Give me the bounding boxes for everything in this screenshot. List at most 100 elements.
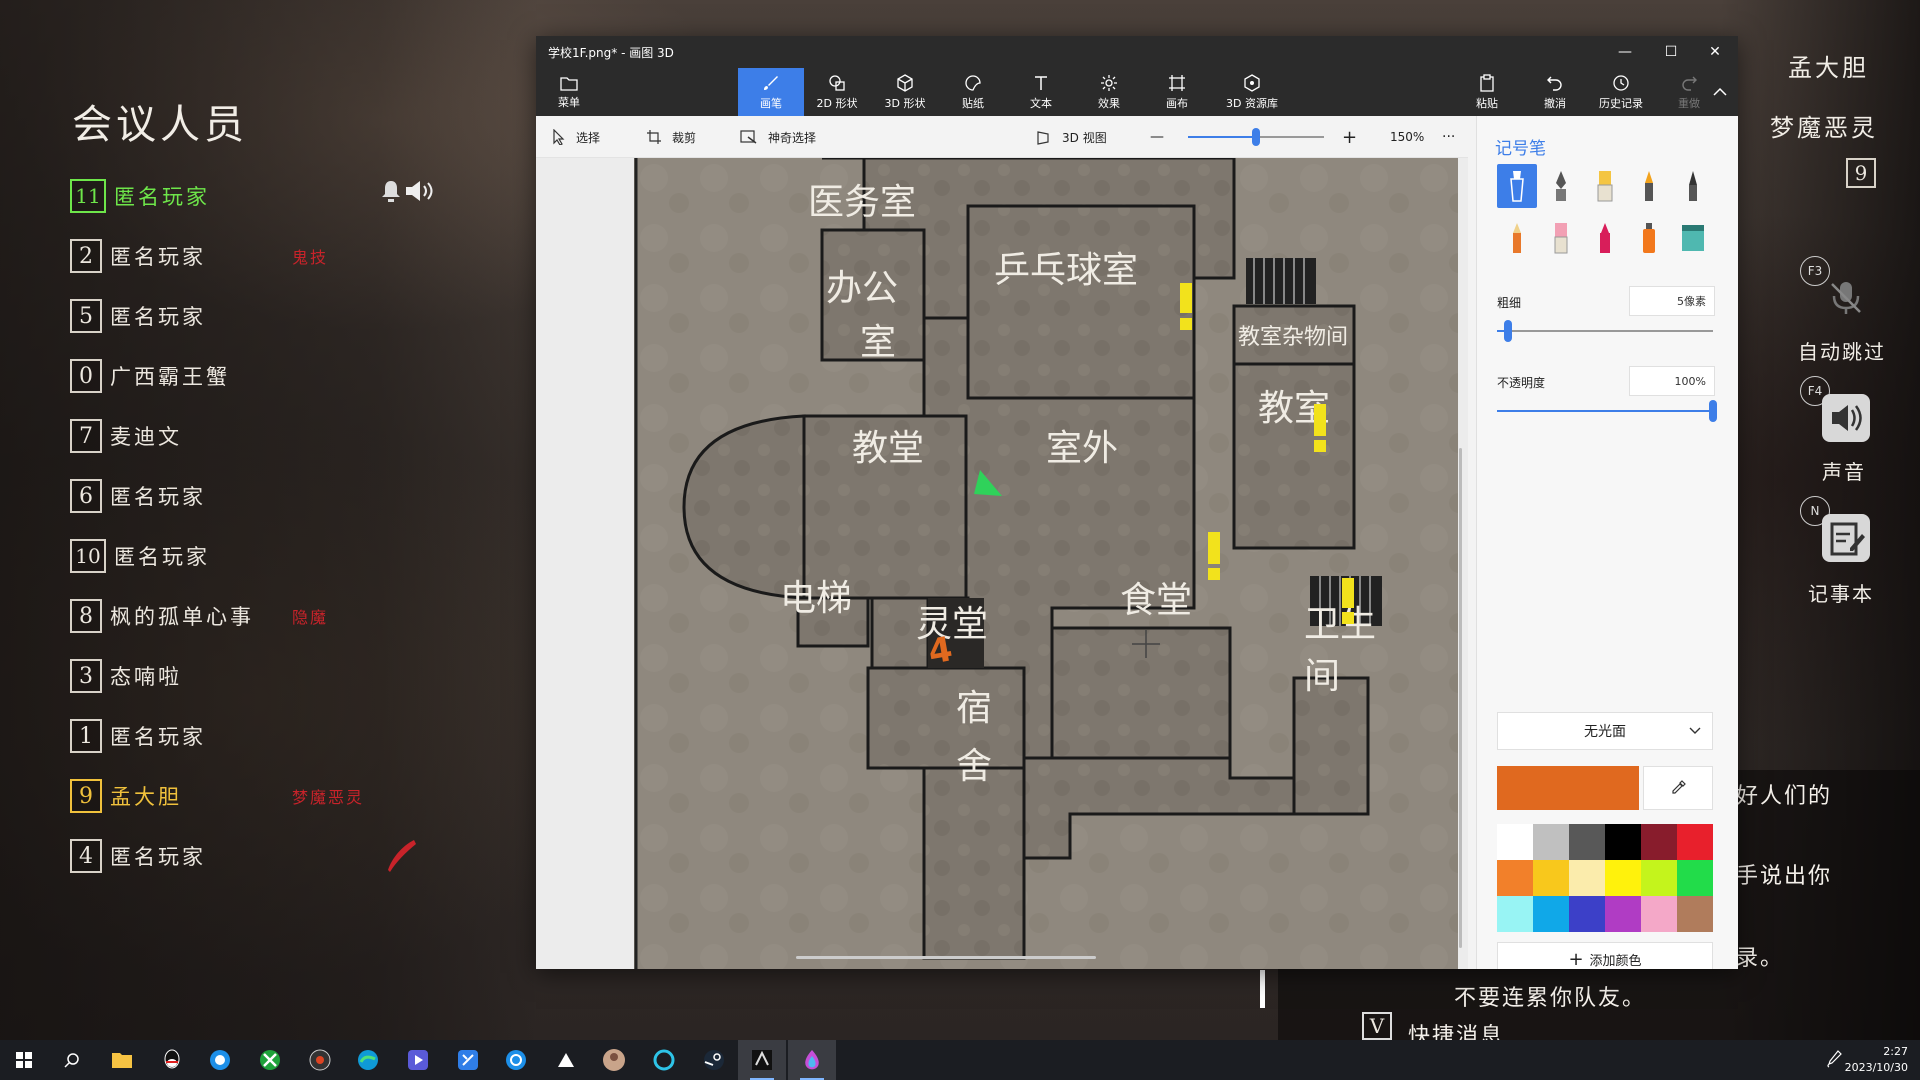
ribbon-history-button[interactable]: 历史记录: [1588, 68, 1654, 116]
thickness-slider[interactable]: [1497, 320, 1713, 342]
horizontal-scrollbar[interactable]: [796, 956, 1096, 959]
participant-row[interactable]: 0 广西霸王蟹: [70, 356, 430, 396]
vertical-scrollbar[interactable]: [1459, 448, 1462, 948]
taskbar-app[interactable]: [246, 1040, 294, 1080]
opacity-slider-thumb[interactable]: [1709, 400, 1717, 422]
color-swatch[interactable]: [1569, 860, 1605, 896]
color-swatch[interactable]: [1569, 824, 1605, 860]
ribbon-stickers-button[interactable]: 贴纸: [940, 68, 1006, 116]
color-swatch[interactable]: [1497, 860, 1533, 896]
participant-row[interactable]: 9 孟大胆 梦魔恶灵: [70, 776, 430, 816]
participant-row[interactable]: 8 枫的孤单心事 隐魔: [70, 596, 430, 636]
color-swatch[interactable]: [1533, 824, 1569, 860]
taskbar-app[interactable]: [98, 1040, 146, 1080]
pen-tray-icon[interactable]: [1826, 1050, 1842, 1072]
magic-select-button[interactable]: 神奇选择: [740, 116, 816, 158]
fill-bucket-button[interactable]: [1673, 216, 1713, 260]
taskbar-app[interactable]: [196, 1040, 244, 1080]
color-swatch[interactable]: [1605, 824, 1641, 860]
ribbon-brushes-button[interactable]: 画笔: [738, 68, 804, 116]
taskbar-app[interactable]: [590, 1040, 638, 1080]
canvas-area[interactable]: 医务室 办公 室 乒乓球室 教室杂物间 教堂 室外 教室 电梯 灵堂 食堂 卫生…: [536, 158, 1468, 969]
color-swatch[interactable]: [1641, 896, 1677, 932]
color-swatch[interactable]: [1641, 824, 1677, 860]
sound-label[interactable]: 声音: [1822, 456, 1866, 485]
participant-row[interactable]: 4 匿名玩家: [70, 836, 430, 876]
more-options-button[interactable]: ···: [1442, 116, 1455, 158]
close-button[interactable]: ✕: [1692, 36, 1738, 68]
collapse-ribbon-button[interactable]: [1702, 68, 1738, 116]
taskbar-app[interactable]: [788, 1040, 836, 1080]
title-bar[interactable]: 学校1F.png* - 画图 3D — ☐ ✕: [536, 36, 1738, 68]
zoom-slider[interactable]: [1188, 128, 1324, 146]
pencil-button[interactable]: [1497, 216, 1537, 260]
oil-brush-button[interactable]: [1585, 164, 1625, 208]
opacity-slider[interactable]: [1497, 400, 1717, 422]
crayon-button[interactable]: [1585, 216, 1625, 260]
color-swatch[interactable]: [1677, 824, 1713, 860]
ribbon-2d-shapes-button[interactable]: 2D 形状: [804, 68, 870, 116]
ribbon-paste-button[interactable]: 粘贴: [1454, 68, 1520, 116]
taskbar-app[interactable]: [492, 1040, 540, 1080]
view-3d-button[interactable]: 3D 视图: [1036, 116, 1107, 158]
maximize-button[interactable]: ☐: [1648, 36, 1694, 68]
taskbar-app[interactable]: [690, 1040, 738, 1080]
ribbon-3d-library-button[interactable]: 3D 资源库: [1212, 68, 1292, 116]
color-swatch[interactable]: [1533, 896, 1569, 932]
system-clock[interactable]: 2:27 2023/10/30: [1845, 1044, 1908, 1076]
search-button[interactable]: [48, 1040, 96, 1080]
ribbon-text-button[interactable]: 文本: [1008, 68, 1074, 116]
ribbon-menu-button[interactable]: 菜单: [536, 68, 602, 116]
start-button[interactable]: [0, 1040, 48, 1080]
zoom-slider-thumb[interactable]: [1252, 128, 1260, 146]
auto-skip-label[interactable]: 自动跳过: [1798, 336, 1886, 365]
participant-row[interactable]: 10 匿名玩家: [70, 536, 430, 576]
mic-muted-icon[interactable]: [1824, 276, 1868, 324]
add-color-button[interactable]: + 添加颜色: [1497, 942, 1713, 969]
spray-can-button[interactable]: [1629, 216, 1669, 260]
select-button[interactable]: 选择: [552, 116, 600, 158]
map-image[interactable]: 医务室 办公 室 乒乓球室 教室杂物间 教堂 室外 教室 电梯 灵堂 食堂 卫生…: [634, 158, 1458, 969]
taskbar-app[interactable]: [444, 1040, 492, 1080]
color-swatch[interactable]: [1497, 824, 1533, 860]
taskbar-app[interactable]: [296, 1040, 344, 1080]
zoom-in-button[interactable]: +: [1342, 116, 1357, 158]
calligraphy-pen-button[interactable]: [1541, 164, 1581, 208]
zoom-level[interactable]: 150%: [1390, 116, 1424, 158]
eraser-button[interactable]: [1541, 216, 1581, 260]
opacity-input[interactable]: 100%: [1629, 366, 1715, 396]
finish-dropdown[interactable]: 无光面: [1497, 712, 1713, 750]
participant-row[interactable]: 6 匿名玩家: [70, 476, 430, 516]
taskbar-app[interactable]: [394, 1040, 442, 1080]
color-swatch[interactable]: [1569, 896, 1605, 932]
participant-row[interactable]: 2 匿名玩家 鬼技: [70, 236, 430, 276]
eyedropper-button[interactable]: [1643, 766, 1713, 810]
taskbar-app[interactable]: [738, 1040, 786, 1080]
sound-button-icon[interactable]: [1820, 392, 1872, 448]
thickness-slider-thumb[interactable]: [1504, 320, 1512, 342]
marker-brush-button[interactable]: [1497, 164, 1537, 208]
color-swatch[interactable]: [1677, 896, 1713, 932]
color-swatch[interactable]: [1533, 860, 1569, 896]
taskbar-app[interactable]: [344, 1040, 392, 1080]
taskbar-app[interactable]: [640, 1040, 688, 1080]
color-swatch[interactable]: [1605, 896, 1641, 932]
ribbon-effects-button[interactable]: 效果: [1076, 68, 1142, 116]
thickness-input[interactable]: 5像素: [1629, 286, 1715, 316]
notebook-label[interactable]: 记事本: [1808, 578, 1874, 607]
color-swatch[interactable]: [1497, 896, 1533, 932]
participant-row[interactable]: 5 匿名玩家: [70, 296, 430, 336]
notebook-icon[interactable]: [1820, 512, 1872, 568]
participant-row[interactable]: 7 麦迪文: [70, 416, 430, 456]
crop-button[interactable]: 裁剪: [646, 116, 696, 158]
minimize-button[interactable]: —: [1602, 36, 1648, 68]
participant-row[interactable]: 3 态喃啦: [70, 656, 430, 696]
ribbon-3d-shapes-button[interactable]: 3D 形状: [872, 68, 938, 116]
color-swatch[interactable]: [1605, 860, 1641, 896]
color-swatch[interactable]: [1641, 860, 1677, 896]
color-swatch[interactable]: [1677, 860, 1713, 896]
taskbar-app[interactable]: [542, 1040, 590, 1080]
ribbon-canvas-button[interactable]: 画布: [1144, 68, 1210, 116]
quick-message-key[interactable]: V: [1362, 1012, 1392, 1040]
ribbon-undo-button[interactable]: 撤消: [1522, 68, 1588, 116]
